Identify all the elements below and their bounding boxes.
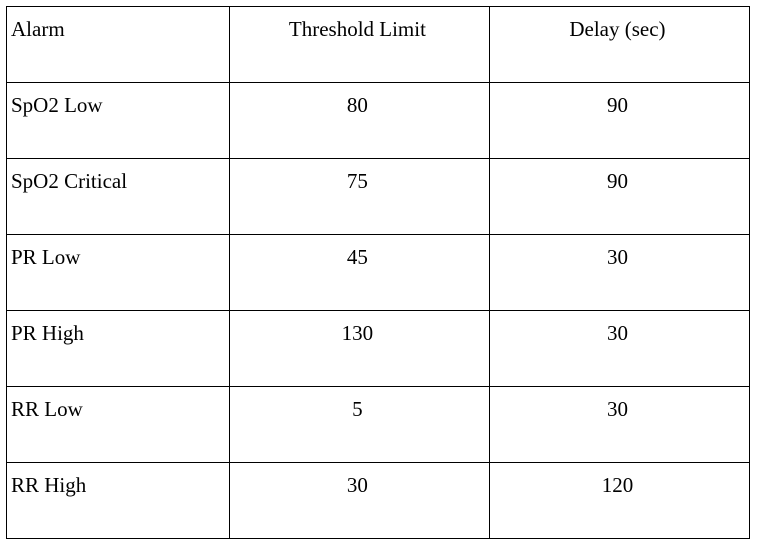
table-row: PR Low 45 30	[7, 235, 750, 311]
cell-alarm: PR High	[7, 311, 230, 387]
column-header-delay: Delay (sec)	[489, 7, 749, 83]
cell-alarm: RR High	[7, 463, 230, 539]
cell-alarm: PR Low	[7, 235, 230, 311]
cell-threshold: 5	[229, 387, 489, 463]
cell-threshold: 30	[229, 463, 489, 539]
column-header-alarm: Alarm	[7, 7, 230, 83]
cell-delay: 30	[489, 387, 749, 463]
cell-delay: 30	[489, 235, 749, 311]
cell-threshold: 45	[229, 235, 489, 311]
cell-delay: 90	[489, 83, 749, 159]
cell-delay: 30	[489, 311, 749, 387]
table-row: PR High 130 30	[7, 311, 750, 387]
cell-alarm: SpO2 Critical	[7, 159, 230, 235]
cell-delay: 120	[489, 463, 749, 539]
table-row: RR Low 5 30	[7, 387, 750, 463]
cell-threshold: 75	[229, 159, 489, 235]
table-row: RR High 30 120	[7, 463, 750, 539]
cell-alarm: RR Low	[7, 387, 230, 463]
table-row: SpO2 Critical 75 90	[7, 159, 750, 235]
table-row: SpO2 Low 80 90	[7, 83, 750, 159]
cell-threshold: 80	[229, 83, 489, 159]
cell-delay: 90	[489, 159, 749, 235]
column-header-threshold: Threshold Limit	[229, 7, 489, 83]
table-header-row: Alarm Threshold Limit Delay (sec)	[7, 7, 750, 83]
cell-alarm: SpO2 Low	[7, 83, 230, 159]
cell-threshold: 130	[229, 311, 489, 387]
alarm-threshold-table: Alarm Threshold Limit Delay (sec) SpO2 L…	[6, 6, 750, 539]
